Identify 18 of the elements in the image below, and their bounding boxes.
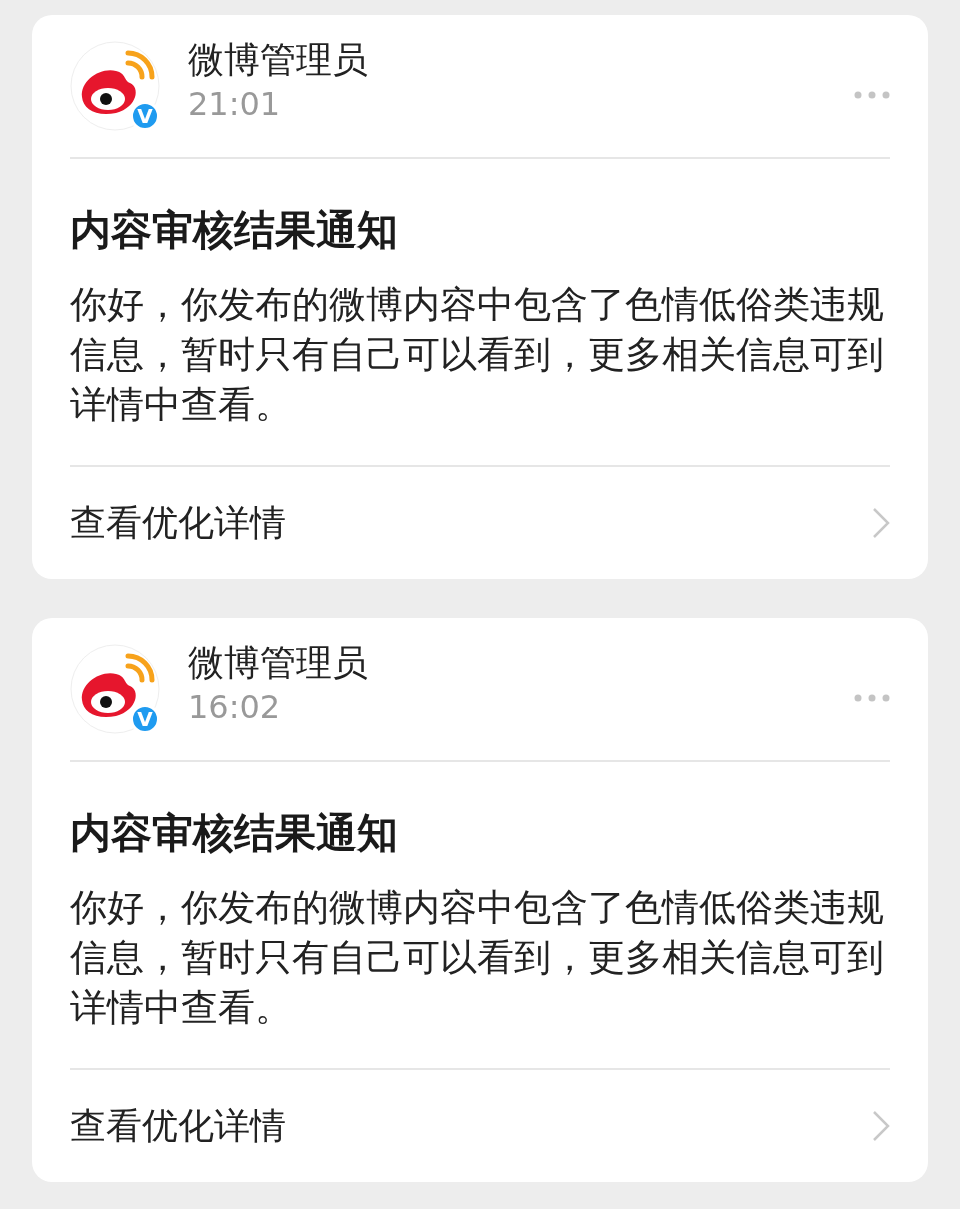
logo-icon	[70, 41, 160, 131]
verified-badge: V	[130, 704, 160, 734]
message-time: 21:01	[188, 84, 282, 125]
details-link[interactable]: 查看优化详情	[70, 465, 890, 579]
notice-title: 内容审核结果通知	[70, 205, 399, 255]
verified-badge: V	[130, 101, 160, 131]
more-icon[interactable]	[854, 694, 890, 702]
notice-text: 你好，你发布的微博内容中包含了色情低俗类违规信息，暂时只有自己可以看到，更多相关信息可到详情中查看。	[70, 885, 885, 1031]
notice-text: 你好，你发布的微博内容中包含了色情低俗类违规信息，暂时只有自己可以看到，更多相关信息可到详情中查看。	[70, 282, 885, 428]
chevron-right-icon	[872, 507, 890, 539]
details-link[interactable]: 查看优化详情	[70, 1068, 890, 1182]
logo-icon	[70, 644, 160, 734]
chevron-right-icon	[872, 1110, 890, 1142]
sender-name: 微博管理员	[188, 38, 368, 82]
more-icon[interactable]	[854, 91, 890, 99]
sender-name: 微博管理员	[188, 641, 368, 685]
notice-title: 内容审核结果通知	[70, 808, 399, 858]
message-time: 16:02	[188, 687, 282, 728]
